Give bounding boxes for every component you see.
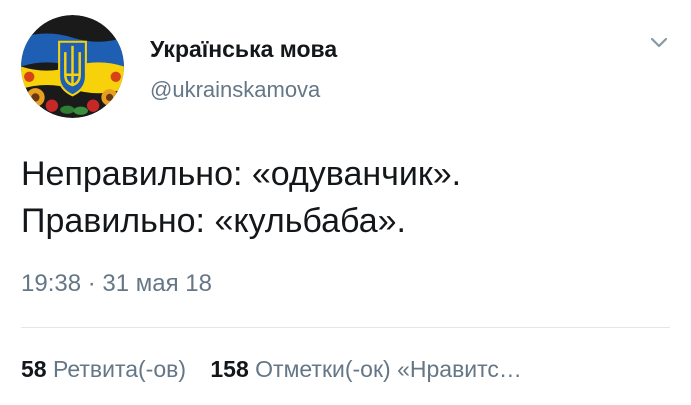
tweet-text: Неправильно: «одуванчик». Правильно: «ку…	[21, 151, 461, 245]
chevron-down-icon	[650, 37, 668, 48]
retweets-stat[interactable]: 58 Ретвита(-ов)	[21, 356, 186, 383]
likes-label: Отметки(-ок) «Нравитс…	[255, 356, 522, 382]
avatar[interactable]	[21, 15, 124, 118]
tweet-stats: 58 Ретвита(-ов) 158 Отметки(-ок) «Нравит…	[21, 356, 540, 383]
display-name[interactable]: Українська мова	[150, 36, 337, 63]
tweet-line: Неправильно: «одуванчик».	[21, 155, 462, 193]
divider	[21, 327, 670, 328]
ukrainian-trident-wreath-avatar-icon	[21, 15, 124, 118]
tweet-menu-button[interactable]	[644, 28, 674, 58]
user-handle[interactable]: @ukrainskamova	[150, 77, 320, 103]
retweets-label: Ретвита(-ов)	[52, 356, 186, 382]
retweets-count: 58	[21, 356, 47, 382]
tweet-timestamp[interactable]: 19:38 · 31 мая 18	[21, 270, 212, 298]
likes-stat[interactable]: 158 Отметки(-ок) «Нравитс…	[210, 356, 522, 383]
likes-count: 158	[210, 356, 249, 382]
tweet-line: Правильно: «кульбаба».	[21, 202, 406, 240]
